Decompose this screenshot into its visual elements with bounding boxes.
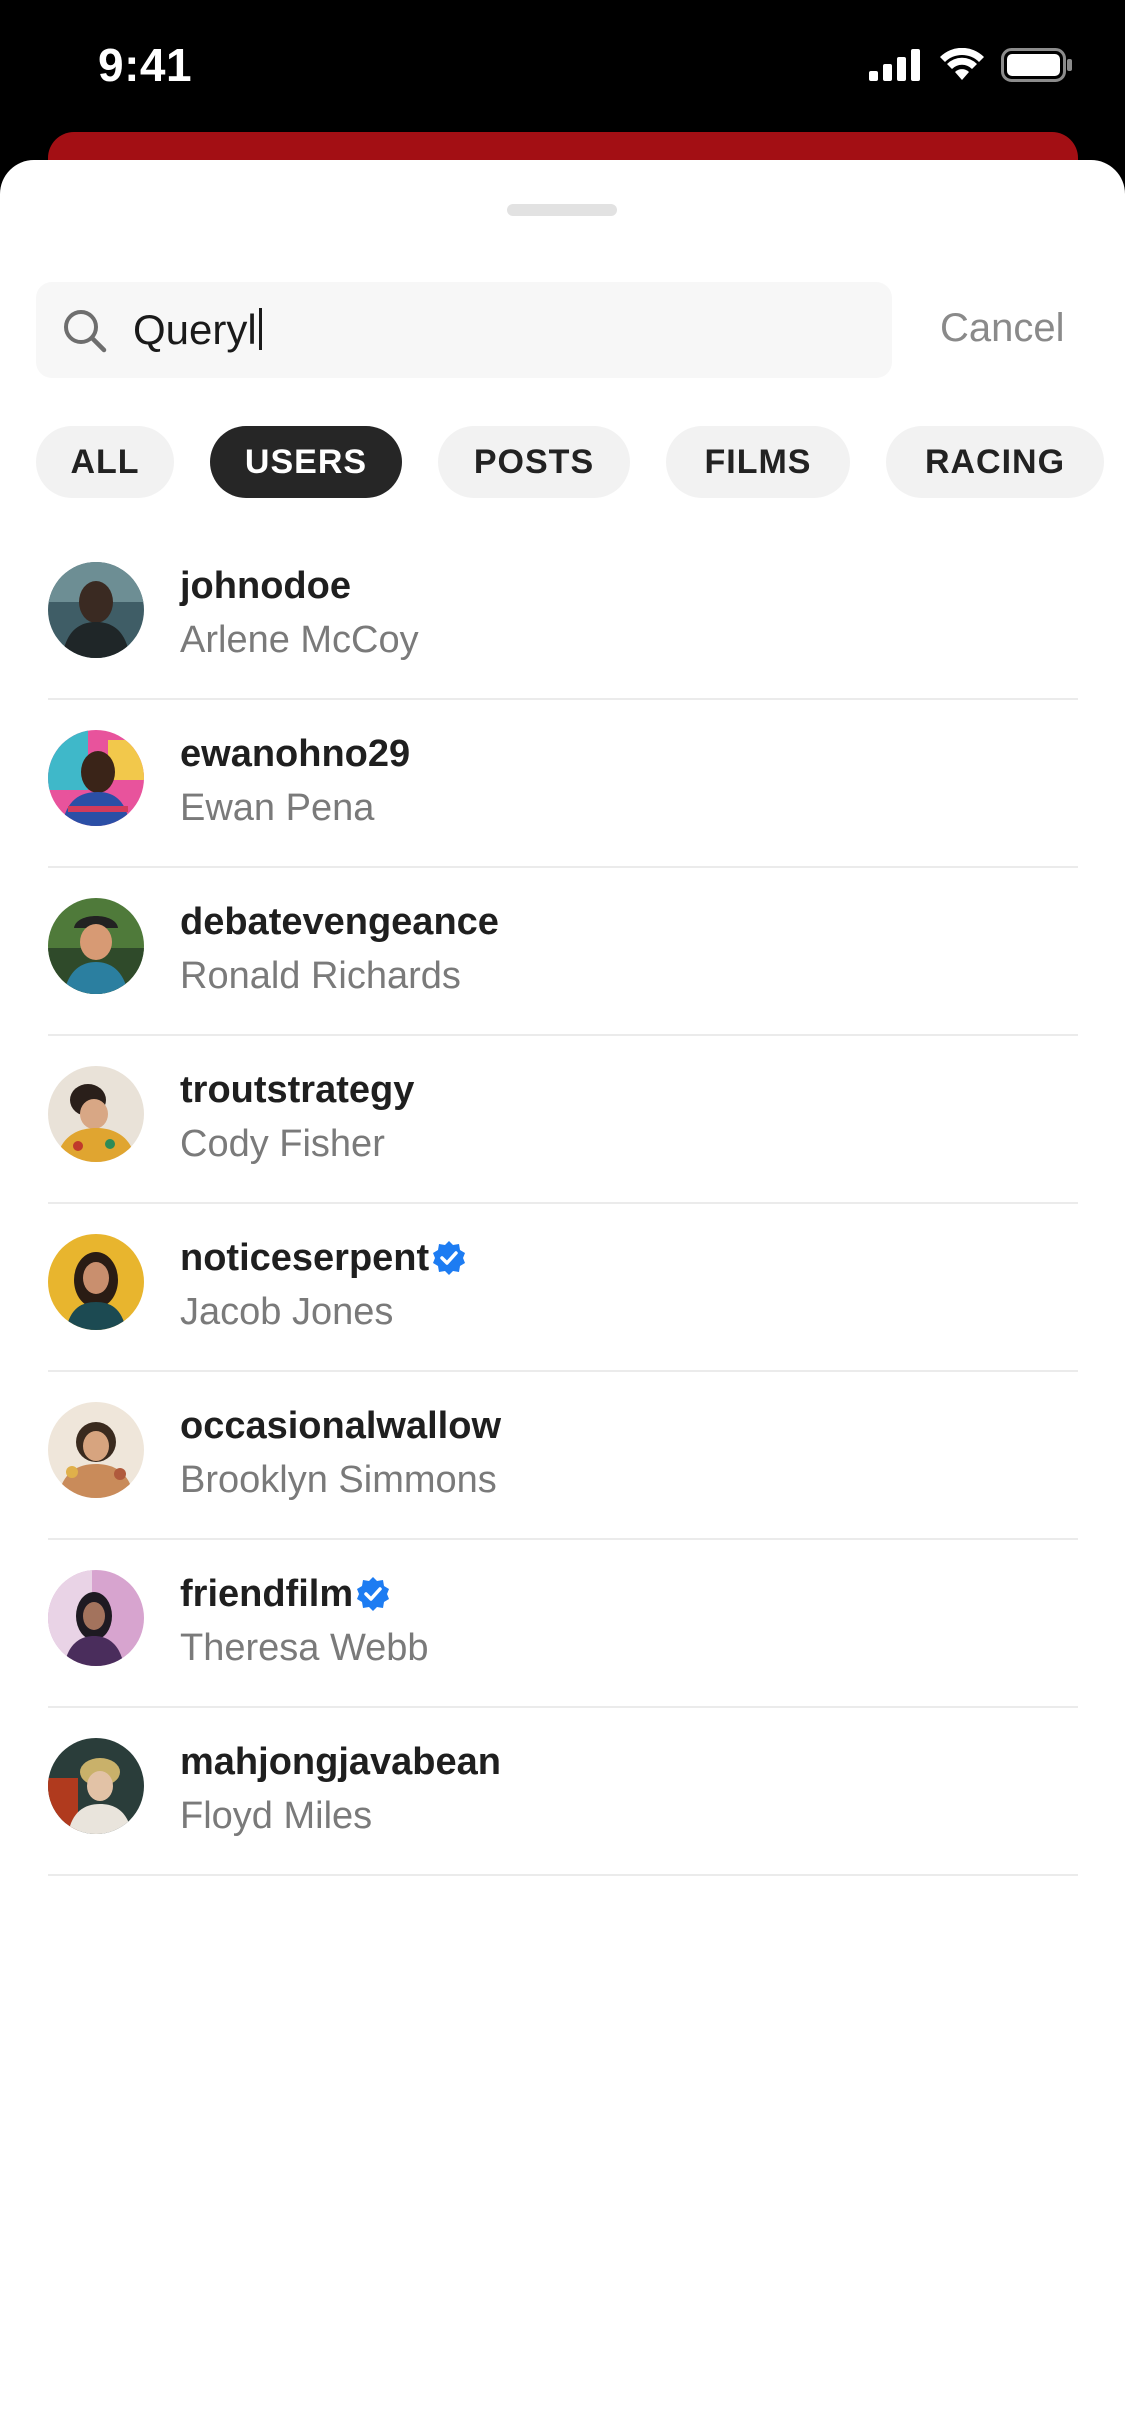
- avatar: [48, 1738, 144, 1834]
- avatar: [48, 730, 144, 826]
- user-row[interactable]: noticeserpent Jacob Jones: [48, 1202, 1078, 1372]
- user-full-name: Ewan Pena: [180, 787, 375, 829]
- avatar: [48, 1066, 144, 1162]
- sheet-grabber[interactable]: [507, 204, 617, 216]
- username: troutstrategy: [180, 1068, 414, 1112]
- tab-posts[interactable]: POSTS: [438, 426, 630, 498]
- username: occasionalwallow: [180, 1404, 501, 1448]
- user-row[interactable]: occasionalwallow Brooklyn Simmons: [48, 1370, 1078, 1540]
- user-row[interactable]: mahjongjavabean Floyd Miles: [48, 1706, 1078, 1876]
- username-text: noticeserpent: [180, 1237, 430, 1279]
- status-time: 9:41: [98, 39, 193, 91]
- avatar: [48, 1234, 144, 1330]
- user-full-name: Arlene McCoy: [180, 619, 419, 661]
- wifi-icon: [940, 48, 984, 80]
- username-text: troutstrategy: [180, 1069, 415, 1111]
- user-full-name: Cody Fisher: [180, 1123, 385, 1165]
- battery-icon: [1001, 48, 1072, 82]
- username: friendfilm: [180, 1572, 391, 1616]
- username-text: debatevengeance: [180, 901, 499, 943]
- user-full-name: Ronald Richards: [180, 955, 461, 997]
- user-full-name: Theresa Webb: [180, 1627, 429, 1669]
- username-text: johnodoe: [180, 565, 351, 607]
- username: johnodoe: [180, 564, 351, 608]
- avatar: [48, 562, 144, 658]
- avatar: [48, 1570, 144, 1666]
- verified-badge-icon: [357, 1577, 390, 1611]
- user-full-name: Brooklyn Simmons: [180, 1459, 497, 1501]
- verified-badge-icon: [433, 1241, 466, 1275]
- username-text: friendfilm: [180, 1573, 354, 1615]
- search-input-text: Queryl: [133, 306, 257, 353]
- user-row[interactable]: friendfilm Theresa Webb: [48, 1538, 1078, 1708]
- username: noticeserpent: [180, 1236, 467, 1280]
- tab-users[interactable]: USERS: [210, 426, 402, 498]
- username-text: mahjongjavabean: [180, 1741, 501, 1783]
- text-cursor: [258, 308, 262, 350]
- user-full-name: Floyd Miles: [180, 1795, 373, 1837]
- username: debatevengeance: [180, 900, 499, 944]
- user-row[interactable]: troutstrategy Cody Fisher: [48, 1034, 1078, 1204]
- search-field[interactable]: Queryl: [36, 282, 892, 378]
- username: ewanohno29: [180, 732, 410, 776]
- user-full-name: Jacob Jones: [180, 1291, 394, 1333]
- avatar: [48, 898, 144, 994]
- search-input[interactable]: Queryl: [133, 306, 262, 354]
- tab-racing[interactable]: RACING: [886, 426, 1104, 498]
- cellular-signal-icon: [869, 49, 920, 81]
- username-text: ewanohno29: [180, 733, 411, 775]
- status-icons: [869, 48, 1073, 82]
- search-icon: [64, 310, 107, 353]
- user-row[interactable]: debatevengeance Ronald Richards: [48, 866, 1078, 1036]
- tab-all[interactable]: ALL: [36, 426, 174, 498]
- status-bar: 9:41: [0, 0, 1125, 130]
- avatar: [48, 1402, 144, 1498]
- user-row[interactable]: ewanohno29 Ewan Pena: [48, 698, 1078, 868]
- user-row[interactable]: johnodoe Arlene McCoy: [48, 530, 1078, 700]
- cancel-button[interactable]: Cancel: [940, 306, 1065, 351]
- username-text: occasionalwallow: [180, 1405, 501, 1447]
- search-sheet: Queryl Cancel ALL USERS POSTS FILMS RACI…: [0, 160, 1125, 2436]
- tab-films[interactable]: FILMS: [666, 426, 850, 498]
- username: mahjongjavabean: [180, 1740, 501, 1784]
